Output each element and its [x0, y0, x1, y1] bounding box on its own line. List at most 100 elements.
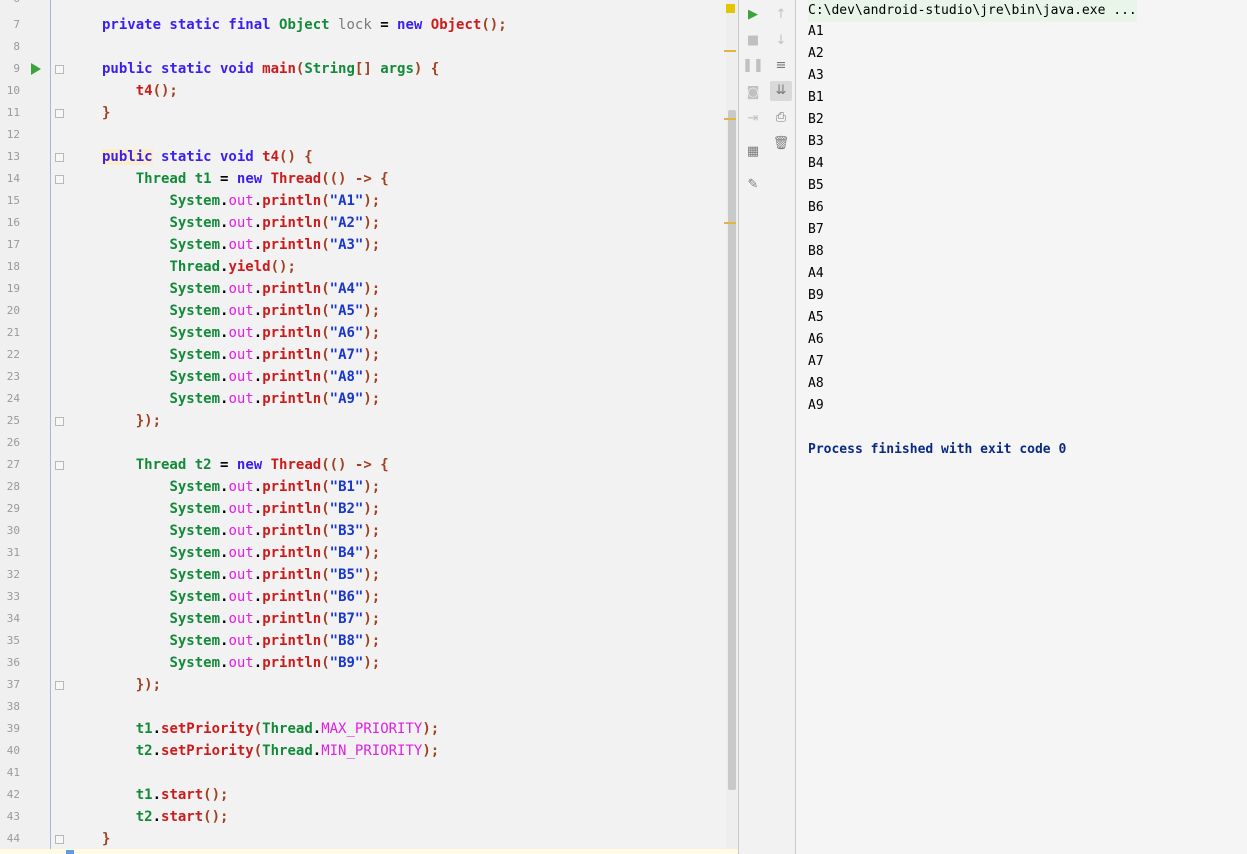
- code-editor[interactable]: 6 7 private static final Object lock = ne…: [0, 0, 738, 854]
- code-line: 18 Thread.yield();: [0, 256, 738, 278]
- code-text: System.out.println("A4");: [102, 278, 380, 300]
- code-line: 21 System.out.println("A6");: [0, 322, 738, 344]
- run-gutter-icon[interactable]: [31, 63, 41, 75]
- line-number: 33: [6, 590, 20, 603]
- code-token: "A7": [329, 347, 364, 363]
- fold-marker-icon[interactable]: [55, 109, 64, 118]
- code-token: main: [262, 61, 296, 77]
- code-token: =: [220, 171, 237, 187]
- code-token: out: [228, 633, 254, 649]
- fold-marker-icon[interactable]: [55, 153, 64, 162]
- console-output-line: B2: [808, 112, 824, 127]
- line-number: 40: [6, 744, 20, 757]
- camera-icon[interactable]: ◙: [742, 83, 764, 103]
- code-line: 40 t2.setPriority(Thread.MIN_PRIORITY);: [0, 740, 738, 762]
- exit-icon[interactable]: ⇥: [742, 109, 764, 129]
- console-output-line: B3: [808, 134, 824, 149]
- code-line: 15 System.out.println("A1");: [0, 190, 738, 212]
- code-token: MAX_PRIORITY: [321, 721, 423, 737]
- code-token: println: [262, 501, 322, 517]
- code-token: });: [135, 677, 162, 693]
- code-text: t1.setPriority(Thread.MAX_PRIORITY);: [102, 718, 439, 740]
- warning-marker[interactable]: [724, 118, 736, 120]
- code-token: "B8": [329, 633, 364, 649]
- run-icon[interactable]: ▶: [742, 5, 764, 25]
- warning-marker[interactable]: [724, 50, 736, 52]
- trash-icon[interactable]: 🗑: [770, 134, 792, 154]
- run-console[interactable]: C:\dev\android-studio\jre\bin\java.exe .…: [796, 0, 1247, 854]
- code-token: start: [161, 787, 204, 803]
- code-token: (: [321, 215, 330, 231]
- fold-marker-icon[interactable]: [55, 175, 64, 184]
- code-token: Thread: [262, 721, 313, 737]
- pause-icon[interactable]: ❚❚: [742, 56, 764, 76]
- code-token: Object: [279, 17, 339, 33]
- code-token: Thread: [135, 171, 195, 187]
- code-line: 31 System.out.println("B4");: [0, 542, 738, 564]
- code-token: });: [135, 413, 162, 429]
- code-token: );: [422, 721, 440, 737]
- code-token: t1: [135, 721, 153, 737]
- code-token: (() -> {: [321, 171, 389, 187]
- code-token: "A8": [329, 369, 364, 385]
- code-token: ) {: [413, 61, 440, 77]
- code-line: 28 System.out.println("B1");: [0, 476, 738, 498]
- code-line: 8: [0, 36, 738, 58]
- line-number: 11: [6, 106, 20, 119]
- code-token: (: [321, 237, 330, 253]
- warning-marker[interactable]: [724, 222, 736, 224]
- code-token: "B1": [329, 479, 364, 495]
- arrow-down-icon[interactable]: ↓: [770, 31, 792, 51]
- print-icon[interactable]: ⎙: [770, 108, 792, 128]
- code-token: public: [102, 149, 153, 165]
- inspection-status-icon[interactable]: [726, 4, 735, 13]
- code-token: System: [169, 303, 221, 319]
- code-token: setPriority: [161, 721, 254, 737]
- code-token: out: [228, 325, 254, 341]
- fold-marker-icon[interactable]: [55, 461, 64, 470]
- code-token: .: [253, 479, 263, 495]
- arrow-up-icon[interactable]: ↑: [770, 5, 792, 25]
- code-token: );: [363, 281, 381, 297]
- code-token: out: [228, 567, 254, 583]
- console-output-line: B9: [808, 288, 824, 303]
- stop-icon[interactable]: ■: [742, 31, 764, 51]
- code-token: );: [363, 589, 381, 605]
- code-text: t2.start();: [102, 806, 229, 828]
- code-token: out: [228, 655, 254, 671]
- code-token: (: [321, 545, 330, 561]
- pin-icon[interactable]: ✎: [742, 175, 764, 195]
- soft-wrap-icon[interactable]: ≡: [770, 56, 792, 76]
- code-token: yield: [228, 259, 271, 275]
- code-token: "A5": [329, 303, 364, 319]
- layout-icon[interactable]: ▦: [742, 142, 764, 162]
- fold-marker-icon[interactable]: [55, 417, 64, 426]
- code-token: System: [169, 369, 221, 385]
- code-token: println: [262, 589, 322, 605]
- code-token: (: [321, 501, 330, 517]
- fold-marker-icon[interactable]: [55, 835, 64, 844]
- line-number: 15: [6, 194, 20, 207]
- code-token: t1: [194, 171, 221, 187]
- editor-scrollbar-thumb[interactable]: [728, 110, 736, 790]
- code-token: Thread: [169, 259, 221, 275]
- code-token: "A2": [329, 215, 364, 231]
- fold-marker-icon[interactable]: [55, 681, 64, 690]
- code-token: (: [321, 523, 330, 539]
- code-token: println: [262, 611, 322, 627]
- code-token: .: [253, 589, 263, 605]
- fold-marker-icon[interactable]: [55, 65, 64, 74]
- line-number: 21: [6, 326, 20, 339]
- code-token: .: [253, 347, 263, 363]
- code-token: );: [363, 501, 381, 517]
- code-token: .: [253, 325, 263, 341]
- code-line: 22 System.out.println("A7");: [0, 344, 738, 366]
- code-token: );: [363, 369, 381, 385]
- scroll-to-end-icon[interactable]: ⇊: [770, 81, 792, 101]
